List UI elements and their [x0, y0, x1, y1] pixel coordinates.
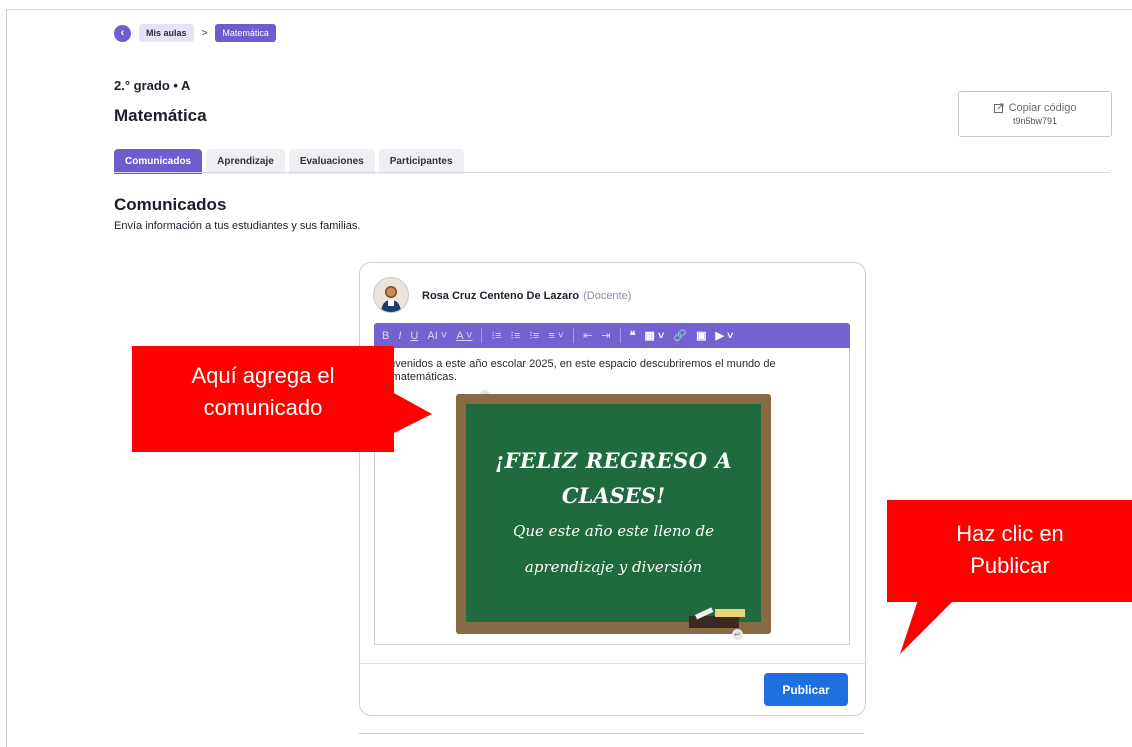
toolbar-separator: [573, 328, 575, 343]
chalkboard-surface: ¡FELIZ REGRESO A CLASES! Que este año es…: [466, 404, 761, 628]
author-name: Rosa Cruz Centeno De Lazaro: [422, 290, 580, 302]
callout-line: Haz clic en: [956, 521, 1064, 546]
page-title: Matemática: [114, 106, 207, 125]
editor-line-2: s matemáticas.: [383, 371, 457, 383]
editor-line-1: envenidos a este año escolar 2025, en es…: [383, 358, 776, 370]
breadcrumb-current: Matemática: [215, 24, 276, 42]
window-top-border: [6, 9, 1132, 10]
chalkboard-image[interactable]: ¡FELIZ REGRESO A CLASES! Que este año es…: [456, 394, 771, 634]
callout-publish: Haz clic en Publicar: [887, 500, 1132, 602]
callout-pointer: [392, 392, 432, 434]
italic-button[interactable]: I: [398, 330, 401, 342]
table-dropdown[interactable]: ▦ ˅: [644, 329, 664, 342]
grade-label: 2.° grado • A: [114, 78, 191, 93]
indent-button[interactable]: ⇥: [601, 329, 610, 342]
eraser-icon: [689, 607, 745, 628]
quote-button[interactable]: ❝: [630, 329, 636, 342]
image-button[interactable]: ▣: [696, 329, 706, 342]
font-size-dropdown[interactable]: AI ˅: [427, 330, 447, 342]
avatar: [373, 277, 409, 313]
toolbar-separator: [619, 328, 621, 343]
breadcrumb-mis-aulas[interactable]: Mis aulas: [139, 24, 194, 42]
feed-divider: [359, 733, 864, 734]
bullet-list-button[interactable]: ⁝≡: [491, 329, 501, 342]
tab-evaluaciones[interactable]: Evaluaciones: [288, 149, 375, 174]
post-editor[interactable]: envenidos a este año escolar 2025, en es…: [374, 348, 850, 645]
post-author: Rosa Cruz Centeno De Lazaro (Docente): [422, 290, 631, 302]
toolbar-separator: [481, 328, 483, 343]
tab-comunicados[interactable]: Comunicados: [114, 149, 203, 174]
breadcrumb: ‹ Mis aulas > Matemática: [114, 24, 276, 42]
bold-button[interactable]: B: [382, 330, 389, 342]
tab-divider: [114, 172, 1110, 173]
card-divider: [360, 663, 865, 664]
underline-button[interactable]: U: [410, 330, 418, 342]
return-icon: ↵: [732, 629, 743, 640]
callout-add-message: Aquí agrega el comunicado: [132, 346, 394, 452]
post-composer-card: Rosa Cruz Centeno De Lazaro (Docente) B I…: [359, 262, 866, 716]
board-line-3: Que este año este lleno de: [513, 522, 714, 540]
link-button[interactable]: 🔗: [673, 329, 687, 342]
checklist-button[interactable]: ⁝≡: [529, 329, 539, 342]
section-title: Comunicados: [114, 195, 227, 214]
breadcrumb-separator: >: [201, 27, 208, 39]
copy-code-button[interactable]: Copiar código t9n5bw791: [958, 91, 1112, 137]
callout-pointer: [900, 600, 954, 654]
tab-aprendizaje[interactable]: Aprendizaje: [206, 149, 285, 174]
callout-line: comunicado: [203, 395, 323, 420]
publish-button[interactable]: Publicar: [764, 673, 848, 706]
author-role: (Docente): [583, 290, 632, 302]
board-line-2: CLASES!: [561, 483, 666, 508]
external-link-icon: [993, 103, 1004, 113]
outdent-button[interactable]: ⇤: [583, 329, 592, 342]
tab-bar: Comunicados Aprendizaje Evaluaciones Par…: [114, 149, 464, 174]
copy-code-label: Copiar código: [1008, 102, 1077, 114]
board-line-1: ¡FELIZ REGRESO A: [494, 448, 733, 473]
align-dropdown[interactable]: ≡ ˅: [548, 330, 564, 342]
board-line-4: aprendizaje y diversión: [524, 558, 703, 576]
callout-line: Publicar: [970, 553, 1050, 578]
editor-toolbar: B I U AI ˅ A ˅ ⁝≡ ⁝≡ ⁝≡ ≡ ˅ ⇤ ⇥ ❝ ▦ ˅ 🔗 …: [374, 323, 850, 348]
numbered-list-button[interactable]: ⁝≡: [510, 329, 520, 342]
callout-line: Aquí agrega el: [191, 363, 335, 388]
media-dropdown[interactable]: ▶ ˅: [715, 329, 733, 342]
chevron-left-icon[interactable]: ‹: [114, 24, 131, 42]
section-subtitle: Envía información a tus estudiantes y su…: [114, 220, 361, 232]
tab-participantes[interactable]: Participantes: [378, 149, 464, 174]
class-code: t9n5bw791: [1012, 116, 1058, 126]
font-color-dropdown[interactable]: A ˅: [456, 330, 472, 342]
window-left-border: [6, 10, 7, 747]
editor-text: envenidos a este año escolar 2025, en es…: [383, 358, 843, 384]
